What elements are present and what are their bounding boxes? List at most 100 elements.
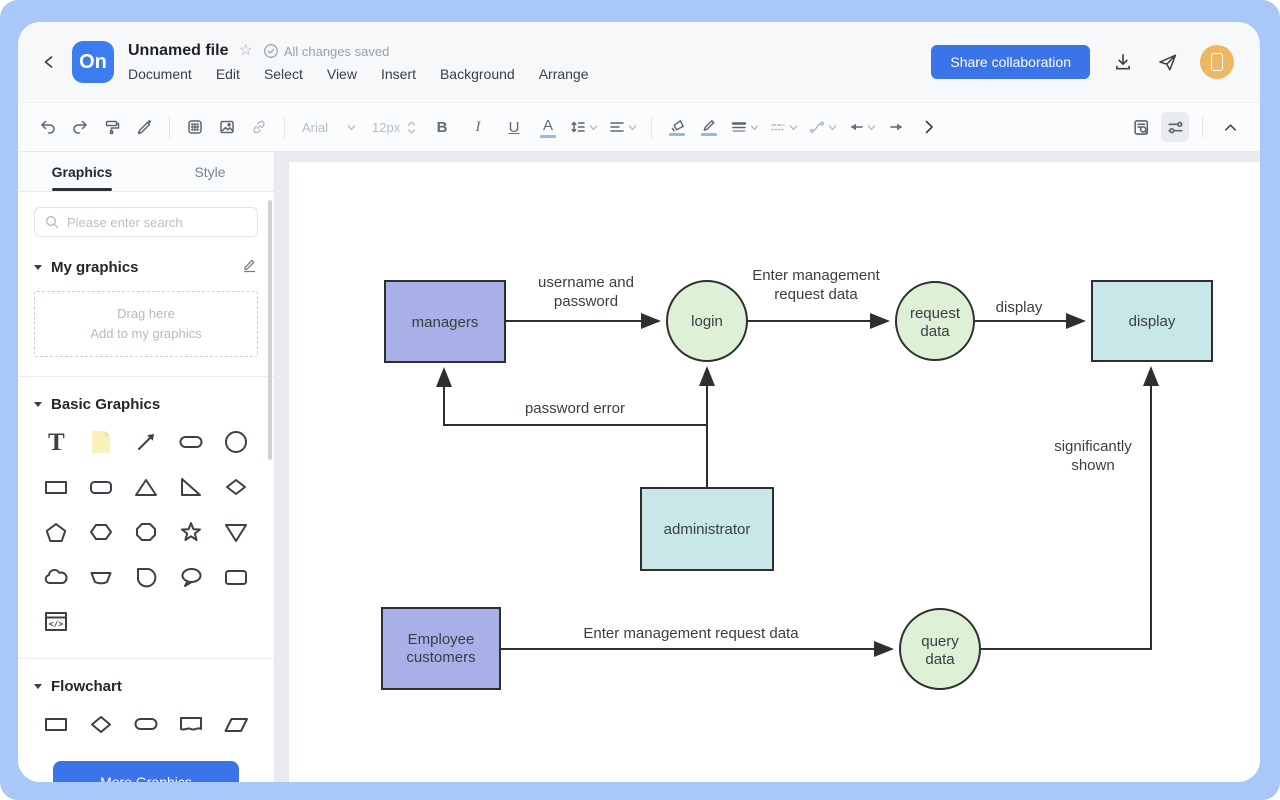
find-replace-button[interactable]: [1127, 112, 1155, 142]
style-pen-button[interactable]: [130, 112, 158, 142]
menu-edit[interactable]: Edit: [216, 66, 240, 82]
edge-label-enter-mgmt-1[interactable]: Enter management: [752, 267, 880, 284]
shape-pentagon[interactable]: [39, 515, 73, 549]
font-family-select[interactable]: Arial: [296, 112, 362, 142]
menu-document[interactable]: Document: [128, 66, 192, 82]
shape-right-triangle[interactable]: [174, 470, 208, 504]
edge-label-username-2[interactable]: password: [554, 293, 618, 310]
node-label-query-2[interactable]: data: [925, 651, 955, 668]
shape-hexagon[interactable]: [84, 515, 118, 549]
collapse-toolbar-button[interactable]: [1216, 112, 1244, 142]
stroke-color-button[interactable]: [695, 112, 723, 142]
edge-label-enter-mgmt-full[interactable]: Enter management request data: [583, 625, 799, 642]
fill-color-button[interactable]: [663, 112, 691, 142]
line-width-button[interactable]: [727, 112, 762, 142]
document-title[interactable]: Unnamed file: [128, 42, 228, 60]
search-input[interactable]: [67, 215, 247, 230]
shape-teardrop[interactable]: [129, 560, 163, 594]
share-collaboration-button[interactable]: Share collaboration: [931, 45, 1090, 79]
edge-label-display[interactable]: display: [996, 299, 1043, 316]
app-logo[interactable]: On: [72, 41, 114, 83]
line-spacing-button[interactable]: [566, 112, 601, 142]
shape-rounded-rectangle[interactable]: [84, 470, 118, 504]
shape-arrow[interactable]: [129, 425, 163, 459]
image-button[interactable]: [213, 112, 241, 142]
shape-parallelogram[interactable]: [219, 707, 253, 741]
menu-background[interactable]: Background: [440, 66, 515, 82]
connector-style-button[interactable]: [805, 112, 840, 142]
shape-cloud[interactable]: [39, 560, 73, 594]
more-tools-button[interactable]: [915, 112, 943, 142]
shape-decision[interactable]: [84, 707, 118, 741]
node-label-request-data-1[interactable]: request: [910, 305, 961, 322]
text-align-button[interactable]: [605, 112, 640, 142]
redo-button[interactable]: [66, 112, 94, 142]
menu-view[interactable]: View: [327, 66, 357, 82]
font-size-stepper[interactable]: 12px: [366, 112, 422, 142]
format-painter-button[interactable]: [98, 112, 126, 142]
shape-process[interactable]: [39, 707, 73, 741]
arrow-end-button[interactable]: [883, 112, 911, 142]
arrow-start-button[interactable]: [844, 112, 879, 142]
my-graphics-dropzone[interactable]: Drag here Add to my graphics: [34, 291, 258, 357]
shape-code-block[interactable]: </>: [39, 605, 73, 639]
edge-label-significant-2[interactable]: shown: [1071, 457, 1114, 474]
line-dash-button[interactable]: [766, 112, 801, 142]
shape-document[interactable]: [174, 707, 208, 741]
collapse-caret-icon[interactable]: [34, 402, 42, 407]
edge-label-username-1[interactable]: username and: [538, 274, 634, 291]
shape-circle[interactable]: [219, 425, 253, 459]
sidebar-scrollbar[interactable]: [268, 200, 272, 460]
menu-insert[interactable]: Insert: [381, 66, 416, 82]
node-label-employee-2[interactable]: customers: [406, 649, 475, 666]
download-icon[interactable]: [1112, 51, 1134, 73]
underline-button[interactable]: U: [498, 112, 530, 142]
menu-select[interactable]: Select: [264, 66, 303, 82]
edit-pencil-icon[interactable]: [241, 256, 258, 278]
canvas-area[interactable]: managers login request data display admi…: [275, 152, 1260, 782]
properties-panel-toggle[interactable]: [1161, 112, 1189, 142]
edge-querydata-display[interactable]: [980, 369, 1151, 649]
shape-text[interactable]: T: [39, 425, 73, 459]
undo-button[interactable]: [34, 112, 62, 142]
tab-style[interactable]: Style: [146, 152, 274, 191]
tab-graphics[interactable]: Graphics: [18, 152, 146, 191]
shape-curved-trapezoid[interactable]: [84, 560, 118, 594]
favorite-star-icon[interactable]: ☆: [238, 43, 252, 59]
node-label-login[interactable]: login: [691, 313, 723, 330]
node-label-managers[interactable]: managers: [412, 314, 479, 331]
italic-button[interactable]: I: [462, 112, 494, 142]
bold-button[interactable]: B: [426, 112, 458, 142]
node-label-administrator[interactable]: administrator: [664, 521, 751, 538]
font-color-button[interactable]: A: [534, 112, 562, 142]
shape-octagon[interactable]: [129, 515, 163, 549]
node-label-request-data-2[interactable]: data: [920, 323, 950, 340]
search-box[interactable]: [34, 207, 258, 237]
shape-note[interactable]: [84, 425, 118, 459]
edge-label-enter-mgmt-2[interactable]: request data: [774, 286, 858, 303]
node-label-employee-1[interactable]: Employee: [408, 631, 475, 648]
collapse-caret-icon[interactable]: [34, 265, 42, 270]
send-icon[interactable]: [1156, 51, 1178, 73]
more-graphics-button[interactable]: More Graphics: [53, 761, 239, 782]
shape-triangle[interactable]: [129, 470, 163, 504]
link-button[interactable]: [245, 112, 273, 142]
shape-inverted-triangle[interactable]: [219, 515, 253, 549]
shape-speech-bubble[interactable]: [174, 560, 208, 594]
shape-terminator[interactable]: [129, 707, 163, 741]
shape-stadium[interactable]: [174, 425, 208, 459]
edge-label-password-error[interactable]: password error: [525, 400, 625, 417]
shape-rectangle[interactable]: [39, 470, 73, 504]
edge-label-significant-1[interactable]: significantly: [1054, 438, 1132, 455]
table-grid-button[interactable]: [181, 112, 209, 142]
menu-arrange[interactable]: Arrange: [539, 66, 589, 82]
node-label-query-1[interactable]: query: [921, 633, 959, 650]
node-label-display[interactable]: display: [1129, 313, 1176, 330]
user-avatar[interactable]: [1200, 45, 1234, 79]
shape-diamond[interactable]: [219, 470, 253, 504]
canvas-page[interactable]: managers login request data display admi…: [289, 162, 1260, 782]
shape-star[interactable]: [174, 515, 208, 549]
collapse-caret-icon[interactable]: [34, 684, 42, 689]
shape-frame-rectangle[interactable]: [219, 560, 253, 594]
back-button[interactable]: [34, 47, 64, 77]
